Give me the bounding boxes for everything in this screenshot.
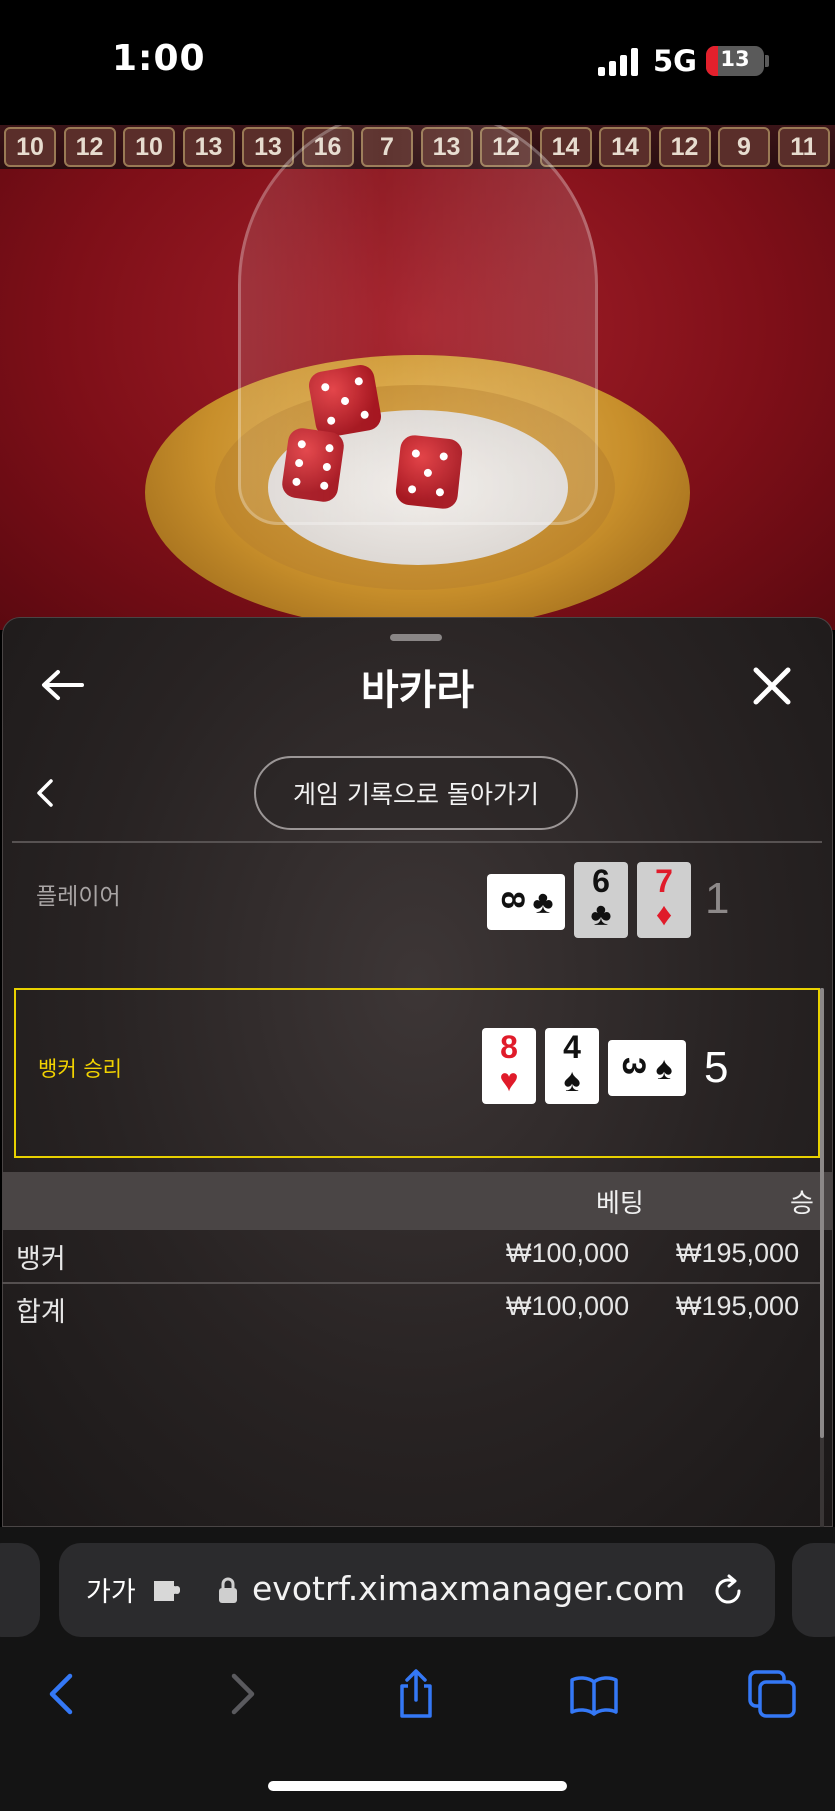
close-icon[interactable] <box>752 666 792 706</box>
previous-tab-preview[interactable] <box>0 1543 40 1637</box>
card-suit: ♥ <box>499 1062 519 1098</box>
battery-icon: 13 <box>706 46 764 76</box>
card-suit: ♠ <box>655 1050 673 1086</box>
share-icon[interactable] <box>390 1668 442 1720</box>
total-bet: ₩100,000 <box>506 1291 630 1321</box>
battery-tip <box>765 55 769 67</box>
card-suit: ♠ <box>563 1062 581 1098</box>
card-rank: 4 <box>563 1029 581 1065</box>
battery-percent: 13 <box>720 47 750 71</box>
banker-score: 5 <box>704 1043 729 1092</box>
roadmap-cell: 12 <box>63 127 116 167</box>
bet-table-header <box>2 1172 833 1230</box>
next-tab-preview[interactable] <box>792 1543 835 1637</box>
total-name: 합계 <box>16 1297 66 1328</box>
roadmap-cell: 11 <box>777 127 830 167</box>
playing-card: 8 ♥ <box>482 1028 536 1104</box>
home-indicator[interactable] <box>268 1781 567 1791</box>
row-bet: ₩100,000 <box>506 1238 630 1268</box>
card-rank: 7 <box>655 863 673 899</box>
card-suit: ♣ <box>532 884 554 920</box>
player-label: 플레이어 <box>36 884 121 910</box>
chevron-left-icon[interactable] <box>34 777 56 809</box>
url-text[interactable]: evotrf.ximaxmanager.com <box>252 1569 685 1608</box>
lock-icon <box>219 1577 237 1603</box>
card-suit: ♦ <box>655 896 673 932</box>
roadmap-cell: 14 <box>599 127 651 167</box>
live-video: 10121013131671312141412911 <box>0 125 835 630</box>
total-win: ₩195,000 <box>676 1291 800 1321</box>
nav-forward-icon[interactable] <box>216 1668 268 1720</box>
roadmap-cell: 10 <box>123 127 175 167</box>
status-time: 1:00 <box>112 38 206 79</box>
network-type: 5G <box>653 44 697 78</box>
row-win: ₩195,000 <box>676 1238 800 1268</box>
roadmap-cell: 13 <box>182 127 235 167</box>
bookmarks-icon[interactable] <box>568 1668 620 1720</box>
divider <box>12 841 822 843</box>
signal-icon <box>598 48 638 76</box>
roadmap-cell: 12 <box>658 127 711 167</box>
banker-win-label: 뱅커 승리 <box>38 1057 122 1081</box>
win-column-header: 승 <box>790 1189 814 1219</box>
scrollbar-thumb[interactable] <box>820 988 824 1438</box>
glass-dome <box>238 125 598 525</box>
playing-card: 6 ♣ <box>574 862 628 938</box>
roadmap-cell: 9 <box>718 127 770 167</box>
playing-card: 3 ♠ <box>608 1040 686 1096</box>
row-divider <box>2 1282 820 1284</box>
back-to-history-button[interactable]: 게임 기록으로 돌아가기 <box>254 756 578 830</box>
nav-back-icon[interactable] <box>36 1668 88 1720</box>
playing-card: 8 ♣ <box>487 874 565 930</box>
player-score: 1 <box>705 874 730 923</box>
sheet-grabber[interactable] <box>390 634 442 641</box>
page-settings-button[interactable]: 가가 <box>86 1570 136 1609</box>
row-name: 뱅커 <box>16 1244 66 1275</box>
extension-icon[interactable] <box>150 1575 186 1607</box>
card-rank: 6 <box>592 863 610 899</box>
card-rank: 8 <box>500 1029 518 1065</box>
page-title: 바카라 <box>360 666 475 714</box>
tabs-icon[interactable] <box>746 1668 798 1720</box>
playing-card: 4 ♠ <box>545 1028 599 1104</box>
roadmap-cell: 10 <box>4 127 56 167</box>
playing-card: 7 ♦ <box>637 862 691 938</box>
banker-winner-box <box>14 988 820 1158</box>
bet-column-header: 베팅 <box>596 1189 644 1219</box>
reload-icon[interactable] <box>710 1573 746 1609</box>
card-suit: ♣ <box>590 896 612 932</box>
